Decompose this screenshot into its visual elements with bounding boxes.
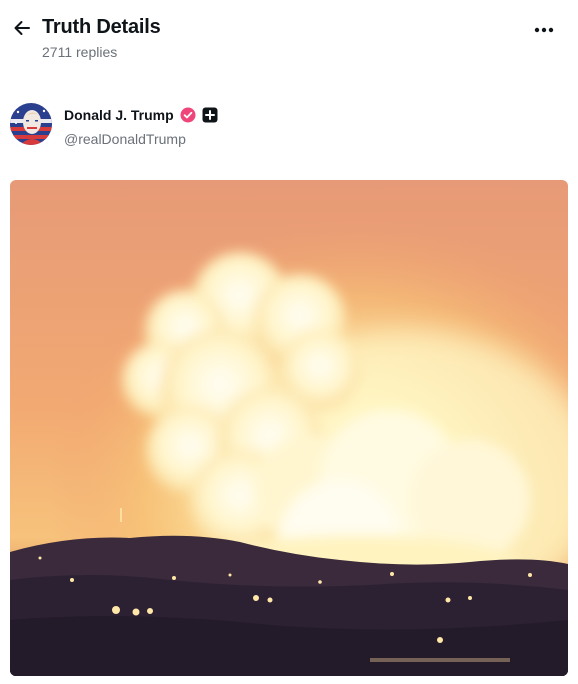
verified-badge-icon xyxy=(180,107,196,123)
replies-count: 2711 replies xyxy=(42,44,118,60)
page-title: Truth Details xyxy=(42,16,161,38)
author-name-row: Donald J. Trump xyxy=(64,107,218,123)
back-button[interactable] xyxy=(10,16,34,40)
author-handle[interactable]: @realDonaldTrump xyxy=(64,131,186,147)
plus-badge-icon xyxy=(202,107,218,123)
arrow-left-icon xyxy=(14,21,30,35)
post-video[interactable] xyxy=(10,180,568,676)
avatar[interactable] xyxy=(10,103,52,145)
explosion-video-frame xyxy=(10,180,568,676)
post-author: Donald J. Trump @realDonaldTrump xyxy=(10,100,550,150)
more-horizontal-icon xyxy=(534,27,554,33)
author-name[interactable]: Donald J. Trump xyxy=(64,107,174,123)
avatar-image xyxy=(10,103,52,145)
page-header: Truth Details 2711 replies xyxy=(0,0,578,70)
more-options-button[interactable] xyxy=(530,18,558,42)
